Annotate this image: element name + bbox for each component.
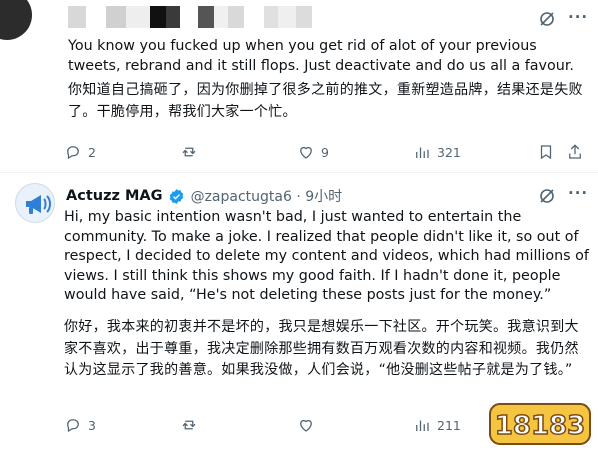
tweet-text-en: Hi, my basic intention wasn't bad, I jus… bbox=[64, 209, 594, 303]
reply-icon bbox=[67, 146, 79, 160]
more-icon[interactable]: ··· bbox=[568, 8, 588, 26]
watermark-logo: 18183 bbox=[489, 403, 591, 445]
tweet-text-zh: 你知道自己搞砸了，因为你删掉了很多之前的推文，重新塑造品牌，结果还是失败了。干脆… bbox=[68, 82, 583, 120]
bookmark-icon bbox=[540, 145, 552, 160]
views-button[interactable]: 211 bbox=[413, 416, 461, 434]
svg-text:18183: 18183 bbox=[495, 411, 585, 441]
heart-icon bbox=[300, 419, 312, 432]
views-icon bbox=[416, 147, 429, 158]
repost-icon bbox=[182, 420, 196, 430]
like-button[interactable] bbox=[297, 416, 315, 434]
share-icon bbox=[569, 144, 581, 159]
reply-button[interactable]: 2 bbox=[64, 143, 96, 161]
handle-and-time[interactable]: @zapactugta6 · 9小时 bbox=[191, 186, 343, 206]
heart-icon bbox=[300, 146, 312, 159]
tweet-1[interactable]: ··· You know you fucked up when you get … bbox=[0, 0, 598, 172]
repost-button[interactable] bbox=[180, 143, 198, 161]
megaphone-icon bbox=[17, 185, 54, 222]
verified-badge-icon bbox=[169, 188, 183, 204]
avatar[interactable] bbox=[0, 0, 32, 40]
like-button[interactable]: 9 bbox=[297, 143, 329, 161]
divider bbox=[0, 172, 598, 173]
author-row: Actuzz MAG @zapactugta6 · 9小时 bbox=[66, 186, 342, 206]
grok-icon[interactable] bbox=[538, 10, 556, 28]
avatar[interactable] bbox=[15, 183, 55, 223]
grok-icon[interactable] bbox=[538, 187, 556, 205]
share-button[interactable] bbox=[566, 143, 584, 161]
views-icon bbox=[416, 420, 429, 431]
redacted-username bbox=[68, 6, 312, 28]
tweet-text-zh: 你好，我本来的初衷并不是坏的，我只是想娱乐一下社区。开个玩笑。我意识到大家不喜欢… bbox=[64, 319, 579, 378]
display-name[interactable]: Actuzz MAG bbox=[66, 188, 163, 204]
repost-icon bbox=[182, 147, 196, 157]
reply-icon bbox=[67, 419, 79, 433]
repost-button[interactable] bbox=[180, 416, 198, 434]
more-icon[interactable]: ··· bbox=[568, 184, 588, 202]
reply-button[interactable]: 3 bbox=[64, 416, 96, 434]
tweet-text-en: You know you fucked up when you get rid … bbox=[68, 38, 574, 74]
bookmark-button[interactable] bbox=[537, 143, 555, 161]
views-button[interactable]: 321 bbox=[413, 143, 461, 161]
